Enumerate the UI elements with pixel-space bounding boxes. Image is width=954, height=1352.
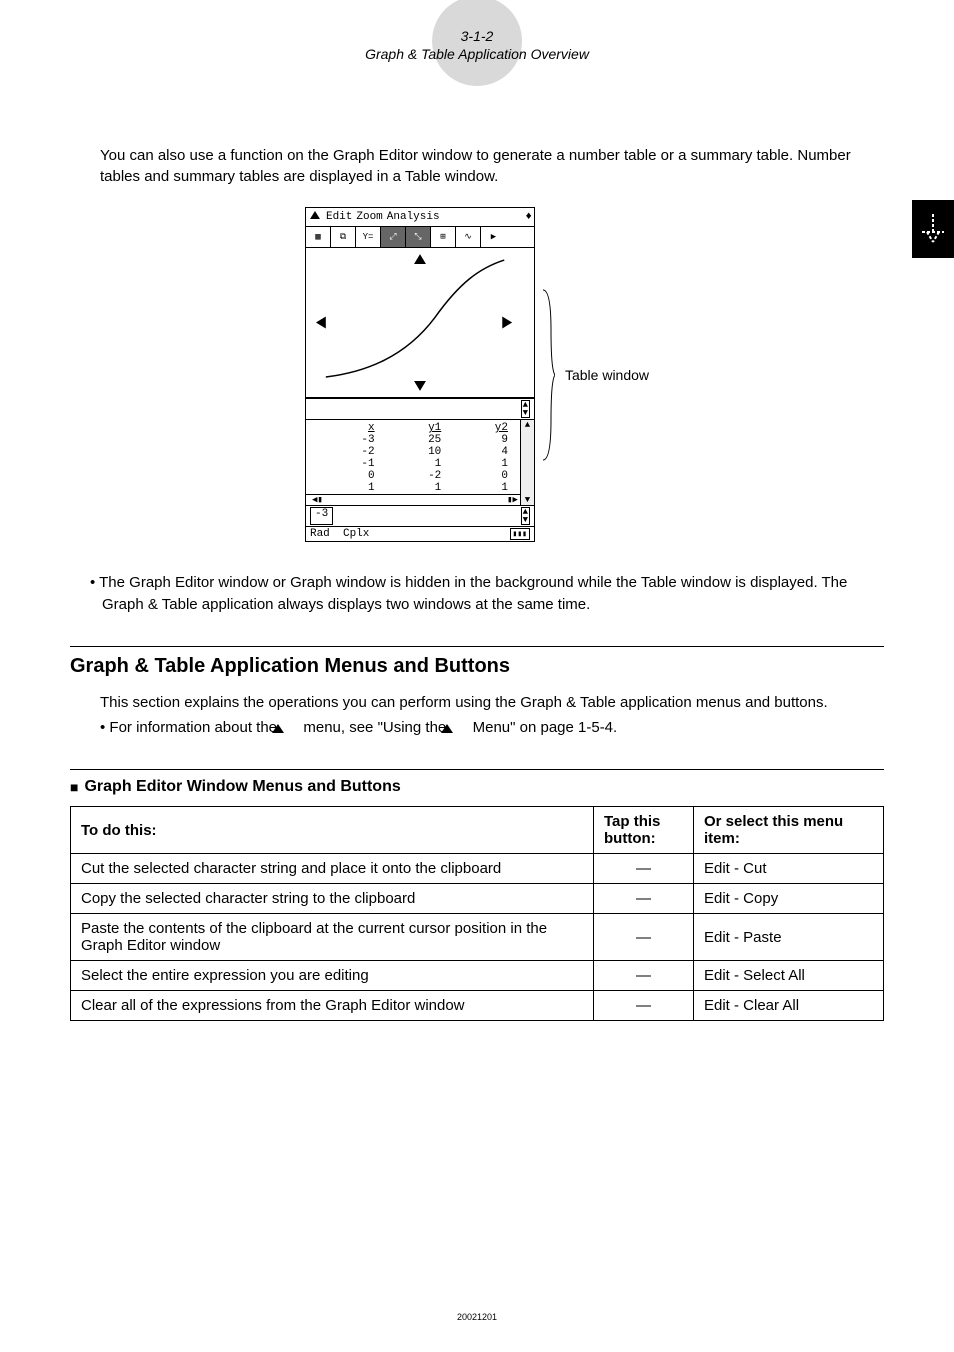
updown-icon: ▲▼ [521,400,530,418]
menu-table: To do this: Tap this button: Or select t… [70,806,884,1021]
cell-todo: Select the entire expression you are edi… [71,961,594,991]
figure-row: Edit Zoom Analysis ♦ ▦ ⧉ Y= ⤢ ⤡ ⊞ ∿ ▶ [70,207,884,542]
cell-todo: Paste the contents of the clipboard at t… [71,914,594,961]
page-number: 3-1-2 [365,28,589,44]
section-intro-text: This section explains the operations you… [100,692,884,714]
th-todo: To do this: [71,807,594,854]
note-bullet: • The Graph Editor window or Graph windo… [90,572,884,616]
status-cplx: Cplx [343,528,369,540]
battery-icon: ▮▮▮ [510,528,530,540]
menu-logo-icon [281,720,299,734]
section-bullet-pre: • For information about the [100,719,281,736]
menu-logo-icon [450,720,468,734]
table-status-row: -3 ▲▼ [306,505,534,526]
cell-tap: — [594,854,694,884]
table-row: 0-20 [316,470,516,482]
calculator-screenshot: Edit Zoom Analysis ♦ ▦ ⧉ Y= ⤢ ⤡ ⊞ ∿ ▶ [305,207,535,542]
cell-select: Edit - Copy [694,884,884,914]
col-y1: y1 [383,422,450,434]
toolbar-icon-1: ▦ [306,227,331,247]
data-table: x y1 y2 -3259 -2104 -111 0-20 111 [316,422,516,494]
cell-todo: Clear all of the expressions from the Gr… [71,991,594,1021]
toolbar-icon-4: ⤢ [381,227,406,247]
status-rad: Rad [310,528,330,540]
cell-select: Edit - Paste [694,914,884,961]
table-row: -3259 [316,434,516,446]
figure-menubar: Edit Zoom Analysis ♦ [306,208,534,227]
status-value: -3 [310,507,333,525]
footer-date: 20021201 [457,1312,497,1322]
figure-caption: Table window [565,367,649,383]
toolbar-icon-6: ⊞ [431,227,456,247]
figure-toolbar: ▦ ⧉ Y= ⤢ ⤡ ⊞ ∿ ▶ [306,227,534,248]
section-bullet: • For information about the menu, see "U… [100,717,884,739]
col-y2: y2 [449,422,516,434]
updown-icon: ▲▼ [521,507,530,525]
table-row: Paste the contents of the clipboard at t… [71,914,884,961]
intro-paragraph: You can also use a function on the Graph… [100,145,884,187]
graph-status-row: ▲▼ [306,398,534,419]
cell-tap: — [594,914,694,961]
graph-tab-icon [918,212,948,246]
table-header-row: To do this: Tap this button: Or select t… [71,807,884,854]
page-header: 3-1-2 Graph & Table Application Overview [365,28,589,62]
side-tab [912,200,954,258]
cell-todo: Copy the selected character string to th… [71,884,594,914]
toolbar-icon-7: ∿ [456,227,481,247]
section-divider [70,769,884,770]
scrollbar: ▲ ▼ [520,420,534,505]
cell-tap: — [594,961,694,991]
cell-select: Edit - Select All [694,961,884,991]
square-bullet-icon: ■ [70,779,78,795]
cell-tap: — [594,991,694,1021]
cell-select: Edit - Clear All [694,991,884,1021]
hscroll-left-icon: ◀▮ [312,495,323,505]
section-bullet-post: Menu" on page 1-5-4. [473,719,618,736]
cell-todo: Cut the selected character string and pl… [71,854,594,884]
hscroll-right-icon: ▮▶ [507,495,518,505]
toolbar-icon-3: Y= [356,227,381,247]
toolbar-icon-5: ⤡ [406,227,431,247]
col-x: x [316,422,383,434]
toolbar-more-icon: ▶ [481,227,506,247]
page-title: Graph & Table Application Overview [365,46,589,62]
sub-heading-text: Graph Editor Window Menus and Buttons [84,778,400,796]
menu-logo-icon [308,209,322,225]
menu-zoom: Zoom [356,211,382,223]
brace [541,285,555,465]
table-row: Cut the selected character string and pl… [71,854,884,884]
table-row: Copy the selected character string to th… [71,884,884,914]
table-panel: ▲ ▼ x y1 y2 -3259 -2104 -111 0-20 111 ◀▮… [306,419,534,505]
cell-select: Edit - Cut [694,854,884,884]
table-row: -111 [316,458,516,470]
table-row: Clear all of the expressions from the Gr… [71,991,884,1021]
th-select: Or select this menu item: [694,807,884,854]
menu-more-icon: ♦ [525,211,532,223]
section-divider [70,646,884,647]
section-heading: Graph & Table Application Menus and Butt… [70,655,884,678]
menu-analysis: Analysis [387,211,440,223]
graph-curve [306,248,534,397]
sub-heading: ■ Graph Editor Window Menus and Buttons [70,778,884,796]
section-bullet-mid: menu, see "Using the [303,719,450,736]
table-row: -2104 [316,446,516,458]
statusbar: Rad Cplx ▮▮▮ [306,526,534,541]
menu-edit: Edit [326,211,352,223]
toolbar-icon-2: ⧉ [331,227,356,247]
graph-panel [306,248,534,398]
table-row: 111 [316,482,516,494]
cell-tap: — [594,884,694,914]
th-tap: Tap this button: [594,807,694,854]
section-intro: This section explains the operations you… [100,692,884,740]
table-row: Select the entire expression you are edi… [71,961,884,991]
